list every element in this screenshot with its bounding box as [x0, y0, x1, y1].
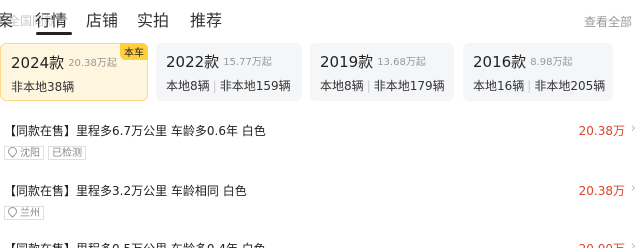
tab-recommend[interactable]: 推荐	[190, 7, 222, 31]
card-year: 2024款	[11, 54, 65, 72]
listing-item[interactable]: 【同款在售】里程多3.2万公里 车龄相同 白色 20.38万 › 兰州	[4, 181, 636, 221]
active-tab-indicator	[36, 32, 72, 35]
card-price: 20.38万起	[68, 58, 117, 69]
card-local-count: 本地8辆	[166, 79, 210, 93]
location-tag: 沈阳	[4, 145, 44, 160]
separator: |	[212, 79, 217, 93]
card-nonlocal-count: 非本地179辆	[373, 79, 445, 93]
card-local-count: 本地8辆	[320, 79, 364, 93]
model-year-card[interactable]: 2022款 15.77万起 本地8辆 | 非本地159辆	[156, 43, 302, 101]
listing-price: 20.38万	[578, 124, 625, 138]
card-year: 2019款	[320, 53, 374, 71]
location-text: 沈阳	[20, 148, 40, 159]
card-stock: 本地8辆 | 非本地159辆	[166, 77, 302, 94]
card-price: 13.68万起	[377, 57, 426, 68]
location-tag: 兰州	[4, 205, 44, 220]
listing-item[interactable]: 【同款在售】里程多0.5万公里 车龄多0.4年 白色 20.00万 ›	[4, 239, 636, 248]
inspected-tag: 已检测	[48, 146, 86, 160]
listing-title: 【同款在售】里程多3.2万公里 车龄相同 白色	[4, 184, 247, 198]
listing-item[interactable]: 【同款在售】里程多6.7万公里 车龄多0.6年 白色 20.38万 › 沈阳 已检…	[4, 121, 636, 161]
card-stock: 非本地38辆	[11, 78, 147, 95]
model-year-card[interactable]: 2019款 13.68万起 本地8辆 | 非本地179辆	[310, 43, 454, 101]
chevron-right-icon: ›	[630, 239, 636, 248]
tab-partial[interactable]: 案	[0, 7, 13, 31]
chevron-right-icon: ›	[630, 121, 636, 136]
separator: |	[527, 79, 532, 93]
card-year-line: 2016款 8.98万起	[473, 51, 613, 72]
card-year-line: 2022款 15.77万起	[166, 51, 302, 72]
card-nonlocal-count: 非本地38辆	[11, 80, 75, 94]
listing-price: 20.00万	[579, 240, 625, 248]
card-local-count: 本地16辆	[473, 79, 525, 93]
card-nonlocal-count: 非本地205辆	[534, 79, 606, 93]
card-year: 2022款	[166, 53, 220, 71]
card-price: 8.98万起	[530, 57, 573, 68]
model-year-card[interactable]: 本车 2024款 20.38万起 非本地38辆	[0, 43, 148, 101]
listing-price: 20.38万	[578, 184, 625, 198]
location-pin-icon	[6, 205, 19, 218]
card-stock: 本地16辆 | 非本地205辆	[473, 77, 613, 94]
model-year-card[interactable]: 2016款 8.98万起 本地16辆 | 非本地205辆	[463, 43, 613, 101]
listing-title: 【同款在售】里程多6.7万公里 车龄多0.6年 白色	[4, 124, 266, 138]
listing-title: 【同款在售】里程多0.5万公里 车龄多0.4年 白色	[4, 240, 634, 248]
card-stock: 本地8辆 | 非本地179辆	[320, 77, 454, 94]
current-car-badge: 本车	[120, 43, 148, 60]
tab-real-photos[interactable]: 实拍	[137, 7, 169, 31]
tab-bar: 全国同款价 案 行情 店铺 实拍 推荐 查看全部	[0, 0, 638, 38]
tab-market[interactable]: 行情	[35, 7, 67, 31]
listing-tags: 沈阳 已检测	[4, 145, 634, 161]
tab-stores[interactable]: 店铺	[86, 7, 118, 31]
model-year-cards: 本车 2024款 20.38万起 非本地38辆 2022款 15.77万起 本地8辆…	[0, 43, 638, 101]
card-price: 15.77万起	[223, 57, 272, 68]
card-nonlocal-count: 非本地159辆	[219, 79, 291, 93]
view-all-link[interactable]: 查看全部	[584, 13, 632, 30]
separator: |	[366, 79, 371, 93]
card-year-line: 2019款 13.68万起	[320, 51, 454, 72]
listing-tags: 兰州	[4, 205, 634, 221]
location-text: 兰州	[20, 208, 40, 219]
location-pin-icon	[6, 145, 19, 158]
chevron-right-icon: ›	[630, 181, 636, 196]
card-year: 2016款	[473, 53, 527, 71]
